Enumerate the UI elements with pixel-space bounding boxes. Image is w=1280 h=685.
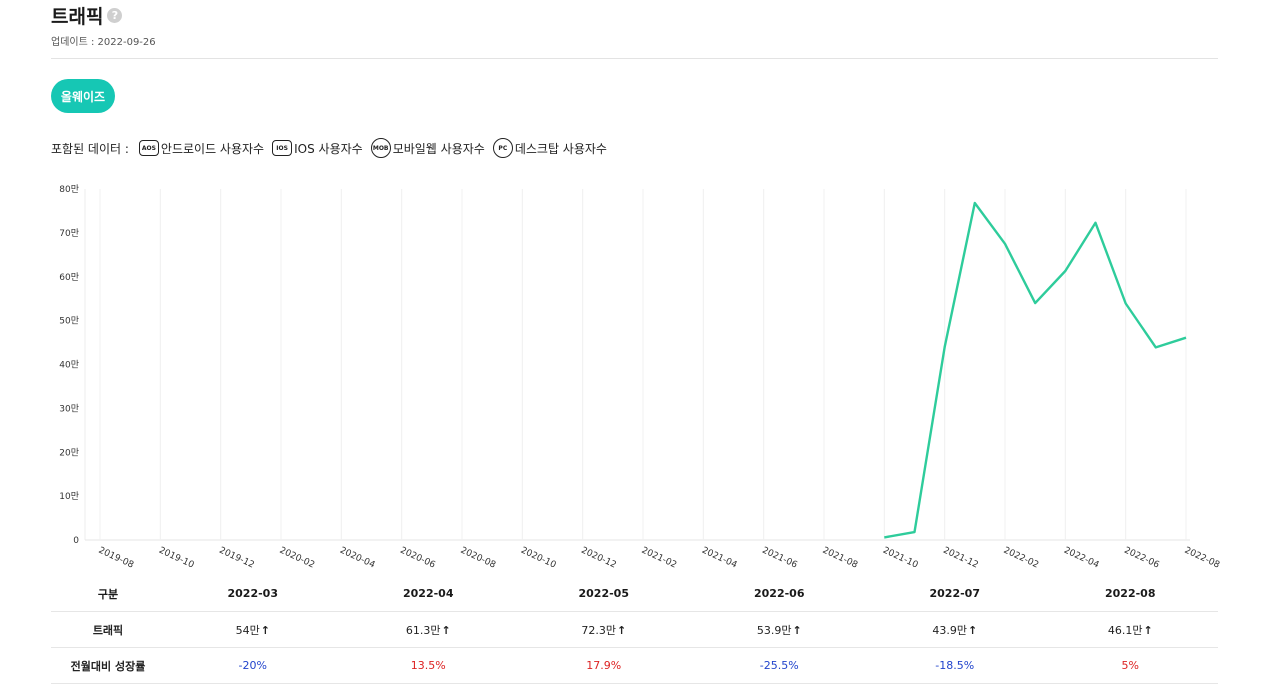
x-tick-label: 2019-10 — [157, 546, 196, 570]
traffic-cell: 61.3만↑ — [340, 611, 516, 648]
arrow-up-icon: ↑ — [260, 623, 270, 637]
traffic-value: 72.3만 — [581, 623, 616, 637]
table-header-cell: 2022-04 — [340, 576, 516, 612]
data-source-item: PC 데스크탑 사용자수 — [492, 138, 607, 158]
x-tick-label: 2019-08 — [97, 546, 136, 570]
y-tick-label: 80만 — [59, 184, 79, 195]
update-date: 업데이트 : 2022-09-26 — [51, 37, 156, 48]
x-tick-label: 2022-02 — [1002, 546, 1040, 570]
arrow-up-icon: ↑ — [967, 623, 978, 637]
traffic-value: 43.9만 — [932, 623, 967, 637]
traffic-value: 53.9만 — [756, 623, 792, 637]
x-tick-label: 2021-02 — [640, 546, 678, 570]
y-tick-label: 20만 — [59, 447, 79, 458]
y-tick-label: 0 — [73, 536, 79, 546]
traffic-cell: 43.9만↑ — [867, 611, 1043, 648]
table-row-growth: 전월대비 성장률 -20% 13.5% 17.9% -25.5% -18.5% 5% — [51, 647, 1218, 684]
growth-cell: -18.5% — [867, 647, 1043, 684]
table-header-cell: 2022-08 — [1042, 576, 1218, 612]
table-row-traffic: 트래픽 54만↑ 61.3만↑ 72.3만↑ 53.9만↑ 43.9만↑ 46.1만↑ — [51, 611, 1218, 648]
data-source-list: AOS 안드로이드 사용자수 IOS IOS 사용자수 MOB 모바일웹 사용자수 PC 데스… — [138, 138, 615, 158]
x-tick-label: 2021-08 — [821, 546, 860, 570]
x-tick-label: 2021-12 — [941, 546, 979, 570]
traffic-line-chart: 0 10만 20만 30만 40만 50만 60만 70만 80만 2019-08 2019-10 2… — [59, 184, 1222, 570]
x-tick-label: 2021-10 — [881, 546, 920, 570]
data-source-item: IOS IOS 사용자수 — [272, 140, 363, 157]
traffic-value: 54만 — [235, 623, 260, 637]
x-tick-label: 2022-08 — [1183, 546, 1222, 570]
page-header: 트래픽 ? 업데이트 : 2022-09-26 — [51, 0, 1218, 59]
table-header-cell: 2022-07 — [867, 576, 1043, 612]
traffic-cell: 54만↑ — [165, 611, 341, 648]
included-data-row: 포함된 데이터 : AOS 안드로이드 사용자수 IOS IOS 사용자수 MOB 모바일… — [51, 137, 615, 159]
arrow-up-icon: ↑ — [792, 623, 802, 637]
y-tick-label: 60만 — [59, 272, 79, 283]
series-line — [884, 201, 1187, 539]
table-header-cell: 2022-03 — [165, 576, 341, 612]
table-header-row: 구분 2022-03 2022-04 2022-05 2022-06 2022-07 202… — [51, 576, 1218, 612]
traffic-value: 61.3만 — [405, 623, 441, 637]
y-tick-label: 50만 — [59, 316, 79, 327]
traffic-cell: 53.9만↑ — [691, 611, 867, 648]
table-header-cell: 2022-06 — [691, 576, 867, 612]
growth-cell: 5% — [1042, 647, 1218, 684]
arrow-up-icon: ↑ — [616, 623, 627, 637]
data-source-item: AOS 안드로이드 사용자수 — [138, 140, 265, 157]
x-tick-label: 2020-08 — [459, 546, 498, 570]
traffic-value: 46.1만 — [1107, 623, 1143, 637]
x-tick-label: 2019-12 — [217, 546, 255, 570]
data-source-label: IOS 사용자수 — [294, 141, 363, 156]
arrow-up-icon: ↑ — [1143, 623, 1153, 637]
app-filter-button[interactable]: 올웨이즈 — [51, 79, 115, 113]
x-tick-label: 2022-04 — [1062, 546, 1101, 570]
table-corner-label: 구분 — [51, 576, 165, 612]
x-tick-label: 2021-04 — [700, 546, 739, 570]
traffic-cell: 46.1만↑ — [1042, 611, 1218, 648]
growth-cell: -25.5% — [691, 647, 867, 684]
x-tick-label: 2020-12 — [579, 546, 617, 570]
android-icon: AOS — [138, 140, 159, 156]
growth-cell: -20% — [165, 647, 341, 684]
page-title: 트래픽 — [51, 6, 104, 28]
mobile-web-icon: MOB — [370, 138, 391, 158]
data-source-item: MOB 모바일웹 사용자수 — [370, 138, 485, 158]
desktop-icon: PC — [492, 138, 513, 158]
data-source-label: 모바일웹 사용자수 — [392, 141, 485, 156]
y-tick-label: 10만 — [59, 491, 79, 502]
included-data-label: 포함된 데이터 : — [51, 141, 129, 156]
x-tick-label: 2020-04 — [338, 546, 377, 570]
help-icon[interactable]: ? — [107, 8, 123, 23]
ios-icon: IOS — [272, 140, 293, 156]
x-tick-label: 2020-06 — [398, 546, 437, 570]
row-label: 전월대비 성장률 — [51, 647, 165, 684]
traffic-cell: 72.3만↑ — [516, 611, 692, 648]
data-source-label: 안드로이드 사용자수 — [160, 141, 265, 156]
y-tick-label: 70만 — [59, 228, 79, 239]
arrow-up-icon: ↑ — [441, 623, 451, 637]
x-tick-label: 2021-06 — [760, 546, 799, 570]
y-tick-label: 40만 — [59, 360, 79, 371]
x-tick-label: 2020-10 — [519, 546, 558, 570]
x-tick-label: 2020-02 — [278, 546, 316, 570]
y-tick-label: 30만 — [59, 403, 79, 414]
growth-cell: 17.9% — [516, 647, 692, 684]
table-header-cell: 2022-05 — [516, 576, 692, 612]
growth-cell: 13.5% — [340, 647, 516, 684]
title-row: 트래픽 ? — [51, 2, 123, 29]
row-label: 트래픽 — [51, 611, 165, 648]
data-source-label: 데스크탑 사용자수 — [514, 141, 607, 156]
traffic-stats-table: 구분 2022-03 2022-04 2022-05 2022-06 2022-07 202… — [51, 576, 1218, 684]
x-tick-label: 2022-06 — [1122, 546, 1161, 570]
